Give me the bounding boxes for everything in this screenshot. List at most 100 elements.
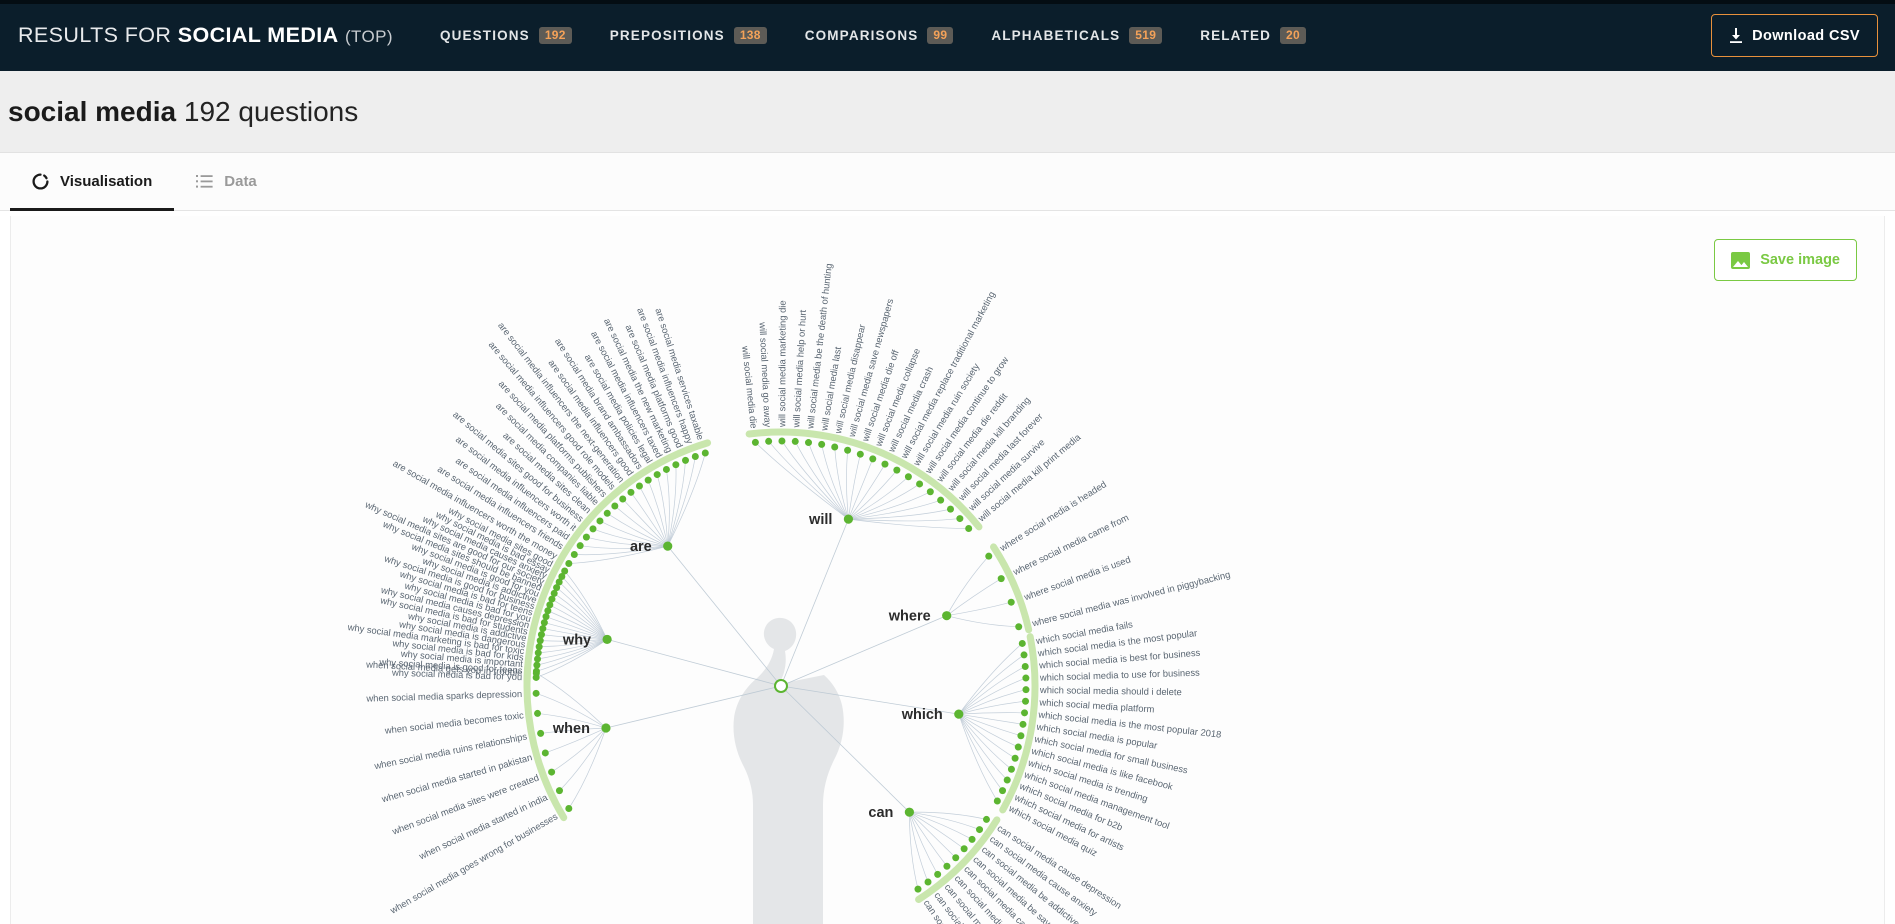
leaf-node[interactable] [937, 497, 944, 504]
question-label[interactable]: will social media go away [757, 321, 773, 428]
leaf-node[interactable] [611, 502, 618, 509]
leaf-node[interactable] [956, 515, 963, 522]
group-node[interactable] [603, 635, 612, 644]
leaf-node[interactable] [583, 534, 590, 541]
nav-item-alphabeticals[interactable]: ALPHABETICALS 519 [972, 27, 1181, 44]
leaf-node[interactable] [627, 489, 634, 496]
leaf-node[interactable] [542, 749, 549, 756]
download-csv-button[interactable]: Download CSV [1711, 14, 1878, 57]
group-node[interactable] [942, 611, 951, 620]
leaf-node[interactable] [1017, 732, 1024, 739]
leaf-node[interactable] [536, 643, 543, 650]
question-label[interactable]: will social media marketing die [776, 300, 787, 428]
leaf-node[interactable] [916, 480, 923, 487]
leaf-node[interactable] [577, 542, 584, 549]
leaf-node[interactable] [548, 769, 555, 776]
leaf-node[interactable] [1022, 686, 1029, 693]
tab-data[interactable]: Data [174, 153, 279, 210]
leaf-node[interactable] [1022, 663, 1029, 670]
leaf-node[interactable] [692, 453, 699, 460]
leaf-node[interactable] [805, 439, 812, 446]
nav-item-questions[interactable]: QUESTIONS 192 [421, 27, 591, 44]
leaf-node[interactable] [565, 805, 572, 812]
leaf-node[interactable] [947, 506, 954, 513]
leaf-node[interactable] [792, 438, 799, 445]
leaf-node[interactable] [1015, 623, 1022, 630]
leaf-node[interactable] [893, 467, 900, 474]
leaf-node[interactable] [881, 461, 888, 468]
leaf-node[interactable] [702, 449, 709, 456]
leaf-node[interactable] [925, 878, 932, 885]
group-node[interactable] [663, 542, 672, 551]
leaf-node[interactable] [1022, 698, 1029, 705]
leaf-node[interactable] [1021, 651, 1028, 658]
leaf-node[interactable] [1012, 755, 1019, 762]
leaf-node[interactable] [985, 553, 992, 560]
leaf-node[interactable] [672, 461, 679, 468]
leaf-node[interactable] [965, 525, 972, 532]
question-label[interactable]: which social media should i delete [1039, 684, 1182, 697]
nav-item-prepositions[interactable]: PREPOSITIONS 138 [591, 27, 786, 44]
leaf-node[interactable] [818, 441, 825, 448]
nav-item-comparisons[interactable]: COMPARISONS 99 [786, 27, 973, 44]
leaf-node[interactable] [535, 649, 542, 656]
leaf-node[interactable] [533, 670, 540, 677]
leaf-node[interactable] [927, 488, 934, 495]
leaf-node[interactable] [1022, 675, 1029, 682]
group-node[interactable] [844, 515, 853, 524]
leaf-node[interactable] [857, 451, 864, 458]
leaf-node[interactable] [869, 455, 876, 462]
leaf-node[interactable] [943, 863, 950, 870]
group-node[interactable] [954, 710, 963, 719]
leaf-node[interactable] [663, 466, 670, 473]
leaf-node[interactable] [571, 551, 578, 558]
question-label[interactable]: when social media becomes toxic [383, 709, 524, 736]
leaf-node[interactable] [999, 787, 1006, 794]
nav-item-related[interactable]: RELATED 20 [1181, 27, 1325, 44]
question-wheel[interactable]: are social media influencers worth the m… [11, 216, 1885, 924]
leaf-node[interactable] [1019, 640, 1026, 647]
leaf-node[interactable] [533, 662, 540, 669]
leaf-node[interactable] [969, 836, 976, 843]
leaf-node[interactable] [537, 637, 544, 644]
leaf-node[interactable] [539, 625, 546, 632]
leaf-node[interactable] [645, 477, 652, 484]
leaf-node[interactable] [1015, 744, 1022, 751]
leaf-node[interactable] [831, 443, 838, 450]
group-node[interactable] [601, 723, 610, 732]
leaf-node[interactable] [998, 575, 1005, 582]
leaf-node[interactable] [537, 730, 544, 737]
leaf-node[interactable] [556, 787, 563, 794]
leaf-node[interactable] [905, 473, 912, 480]
leaf-node[interactable] [778, 438, 785, 445]
centre-node[interactable] [775, 680, 787, 692]
leaf-node[interactable] [844, 447, 851, 454]
leaf-node[interactable] [765, 438, 772, 445]
leaf-node[interactable] [596, 517, 603, 524]
leaf-node[interactable] [654, 471, 661, 478]
leaf-node[interactable] [952, 854, 959, 861]
leaf-node[interactable] [565, 560, 572, 567]
question-label[interactable]: will social media die [740, 344, 760, 429]
leaf-node[interactable] [1008, 766, 1015, 773]
tab-visualisation[interactable]: Visualisation [10, 153, 174, 210]
question-label[interactable]: which social media to use for business [1039, 667, 1201, 683]
leaf-node[interactable] [994, 798, 1001, 805]
leaf-node[interactable] [533, 690, 540, 697]
leaf-node[interactable] [1019, 721, 1026, 728]
leaf-node[interactable] [561, 567, 568, 574]
leaf-node[interactable] [1008, 599, 1015, 606]
leaf-node[interactable] [541, 619, 548, 626]
leaf-node[interactable] [1004, 777, 1011, 784]
leaf-node[interactable] [682, 457, 689, 464]
leaf-node[interactable] [983, 816, 990, 823]
leaf-node[interactable] [1021, 709, 1028, 716]
leaf-node[interactable] [534, 710, 541, 717]
save-image-button[interactable]: Save image [1714, 239, 1857, 281]
leaf-node[interactable] [589, 525, 596, 532]
leaf-node[interactable] [976, 826, 983, 833]
leaf-node[interactable] [636, 483, 643, 490]
leaf-node[interactable] [534, 655, 541, 662]
leaf-node[interactable] [538, 631, 545, 638]
question-label[interactable]: when social media sparks depression [365, 688, 522, 704]
